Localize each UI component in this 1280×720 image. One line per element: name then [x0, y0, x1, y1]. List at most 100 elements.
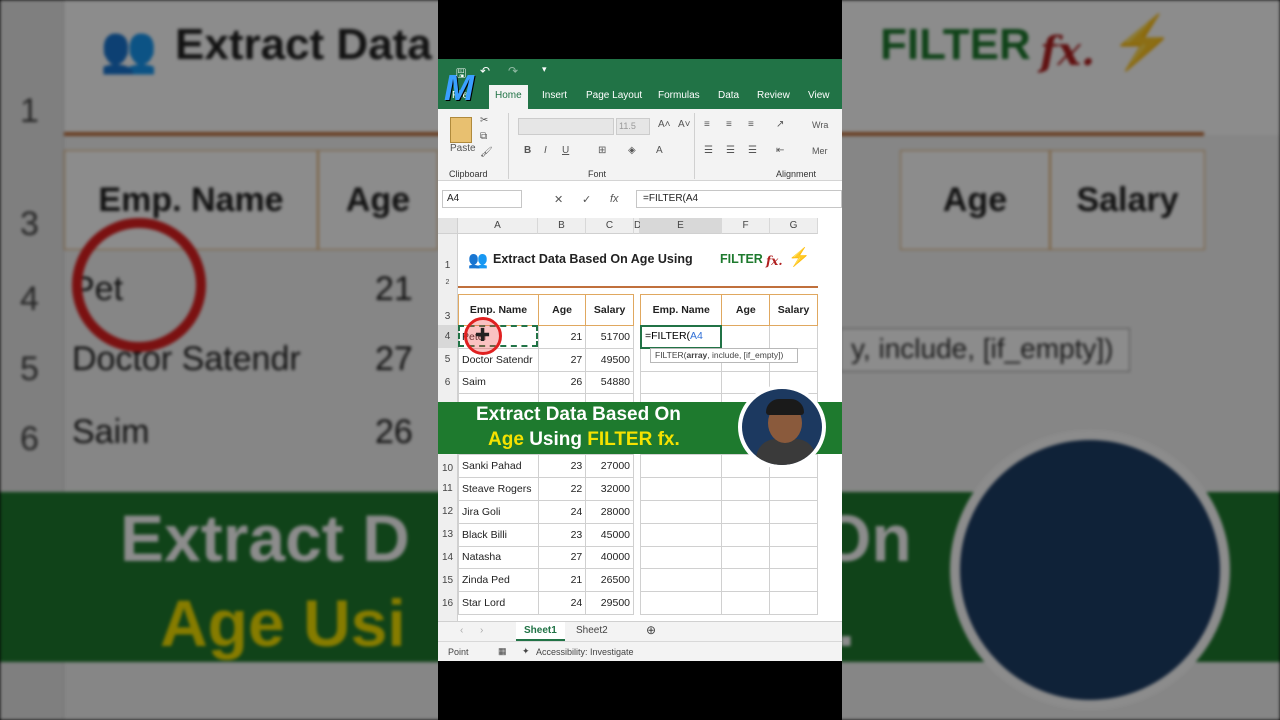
cell-age[interactable]: 27 [537, 545, 587, 570]
sheet-tab-sheet1[interactable]: Sheet1 [516, 622, 565, 641]
col-header-c[interactable]: C [586, 218, 634, 234]
active-cell-e4[interactable]: =FILTER(A4 [640, 325, 722, 349]
result-cell[interactable] [769, 325, 818, 349]
increase-font-icon[interactable]: A˄ [658, 119, 671, 130]
result-cell[interactable] [769, 568, 818, 593]
cell-salary[interactable]: 29500 [585, 591, 634, 615]
font-name-box[interactable] [518, 118, 614, 135]
result-header-emp-name[interactable]: Emp. Name [639, 294, 723, 326]
result-cell[interactable] [639, 568, 723, 593]
cell-age[interactable]: 21 [537, 325, 587, 349]
cell-age[interactable]: 24 [537, 499, 587, 524]
row-header[interactable]: 6 [438, 371, 458, 402]
cell-age[interactable]: 24 [537, 591, 587, 615]
formula-input[interactable]: =FILTER(A4 [636, 190, 842, 208]
result-cell[interactable] [721, 591, 771, 615]
insert-function-icon[interactable]: fx [610, 193, 619, 205]
header-age[interactable]: Age [537, 294, 587, 326]
borders-icon[interactable]: ⊞ [598, 145, 606, 156]
row-header[interactable]: 12 [438, 500, 458, 523]
cut-icon[interactable]: ✂ [480, 115, 488, 126]
tooltip-fn[interactable]: FILTER( [655, 350, 686, 360]
result-cell[interactable] [769, 522, 818, 547]
cell-name[interactable]: Sanki Pahad [458, 454, 539, 479]
row-header[interactable]: 15 [438, 569, 458, 592]
result-cell[interactable] [769, 477, 818, 501]
result-cell[interactable] [639, 499, 723, 524]
cancel-icon[interactable]: ✕ [554, 193, 563, 206]
cell-name[interactable]: Saim [458, 370, 539, 395]
row-header[interactable]: 1 [438, 234, 458, 279]
select-all-corner[interactable] [438, 218, 458, 234]
wrap-text-button[interactable]: Wra [812, 120, 828, 130]
cell-salary[interactable]: 27000 [585, 454, 634, 479]
result-cell[interactable] [639, 591, 723, 615]
align-left-icon[interactable]: ☰ [704, 145, 713, 156]
result-cell[interactable] [721, 477, 771, 501]
col-header-a[interactable]: A [458, 218, 538, 234]
cell-salary[interactable]: 32000 [585, 477, 634, 501]
result-cell[interactable] [639, 454, 723, 479]
cell-name[interactable]: Star Lord [458, 591, 539, 615]
result-cell[interactable] [639, 370, 723, 395]
col-header-b[interactable]: B [538, 218, 586, 234]
italic-button[interactable]: I [544, 145, 547, 156]
orientation-icon[interactable]: ↗ [776, 119, 784, 130]
cell-name[interactable]: Zinda Ped [458, 568, 539, 593]
cell-salary[interactable]: 54880 [585, 370, 634, 395]
cell-salary[interactable]: 26500 [585, 568, 634, 593]
underline-button[interactable]: U [562, 145, 569, 156]
col-header-e[interactable]: E [640, 218, 722, 234]
tab-review[interactable]: Review [757, 90, 790, 101]
cell-salary[interactable]: 28000 [585, 499, 634, 524]
decrease-font-icon[interactable]: A˅ [678, 119, 691, 130]
align-bottom-icon[interactable]: ≡ [748, 119, 754, 130]
col-header-g[interactable]: G [770, 218, 818, 234]
tooltip-arg-array[interactable]: array [686, 350, 707, 360]
cell-age[interactable]: 21 [537, 568, 587, 593]
result-header-age[interactable]: Age [721, 294, 771, 326]
enter-icon[interactable]: ✓ [582, 193, 591, 206]
add-sheet-icon[interactable]: ⊕ [638, 622, 664, 641]
row-header[interactable]: 3 [438, 295, 458, 325]
paste-button[interactable]: Paste [450, 143, 476, 154]
merge-button[interactable]: Mer [812, 146, 828, 156]
col-header-f[interactable]: F [722, 218, 770, 234]
tab-page-layout[interactable]: Page Layout [586, 90, 642, 101]
align-top-icon[interactable]: ≡ [704, 119, 710, 130]
bold-button[interactable]: B [524, 145, 531, 156]
align-middle-icon[interactable]: ≡ [726, 119, 732, 130]
font-color-icon[interactable]: A [656, 145, 663, 156]
cell-name[interactable]: Jira Goli [458, 499, 539, 524]
accessibility-status[interactable]: Accessibility: Investigate [536, 647, 634, 657]
row-header[interactable]: 16 [438, 592, 458, 621]
cell-salary[interactable]: 49500 [585, 347, 634, 372]
result-cell[interactable] [769, 499, 818, 524]
tab-view[interactable]: View [808, 90, 830, 101]
row-header[interactable]: 10 [438, 454, 458, 477]
result-cell[interactable] [769, 591, 818, 615]
row-header[interactable]: 4 [438, 325, 458, 348]
font-size-box[interactable]: 11.5 [616, 118, 650, 135]
fill-color-icon[interactable]: ◈ [628, 145, 636, 156]
result-cell[interactable] [721, 325, 771, 349]
cell-name[interactable]: Natasha [458, 545, 539, 570]
tab-insert[interactable]: Insert [542, 90, 567, 101]
cell-age[interactable]: 23 [537, 454, 587, 479]
header-salary[interactable]: Salary [585, 294, 634, 326]
result-cell[interactable] [721, 499, 771, 524]
cell-age[interactable]: 23 [537, 522, 587, 547]
result-cell[interactable] [639, 522, 723, 547]
next-sheet-icon[interactable]: › [472, 622, 491, 641]
paste-icon[interactable] [450, 117, 472, 143]
row-header[interactable]: 14 [438, 546, 458, 569]
cell-salary[interactable]: 45000 [585, 522, 634, 547]
row-header[interactable]: 5 [438, 348, 458, 371]
result-cell[interactable] [721, 522, 771, 547]
result-cell[interactable] [639, 545, 723, 570]
accessibility-icon[interactable]: ✦ [522, 646, 530, 657]
cell-name[interactable]: Doctor Satendr [458, 347, 539, 372]
cell-name[interactable]: Black Billi [458, 522, 539, 547]
align-center-icon[interactable]: ☰ [726, 145, 735, 156]
cell-salary[interactable]: 51700 [585, 325, 634, 349]
